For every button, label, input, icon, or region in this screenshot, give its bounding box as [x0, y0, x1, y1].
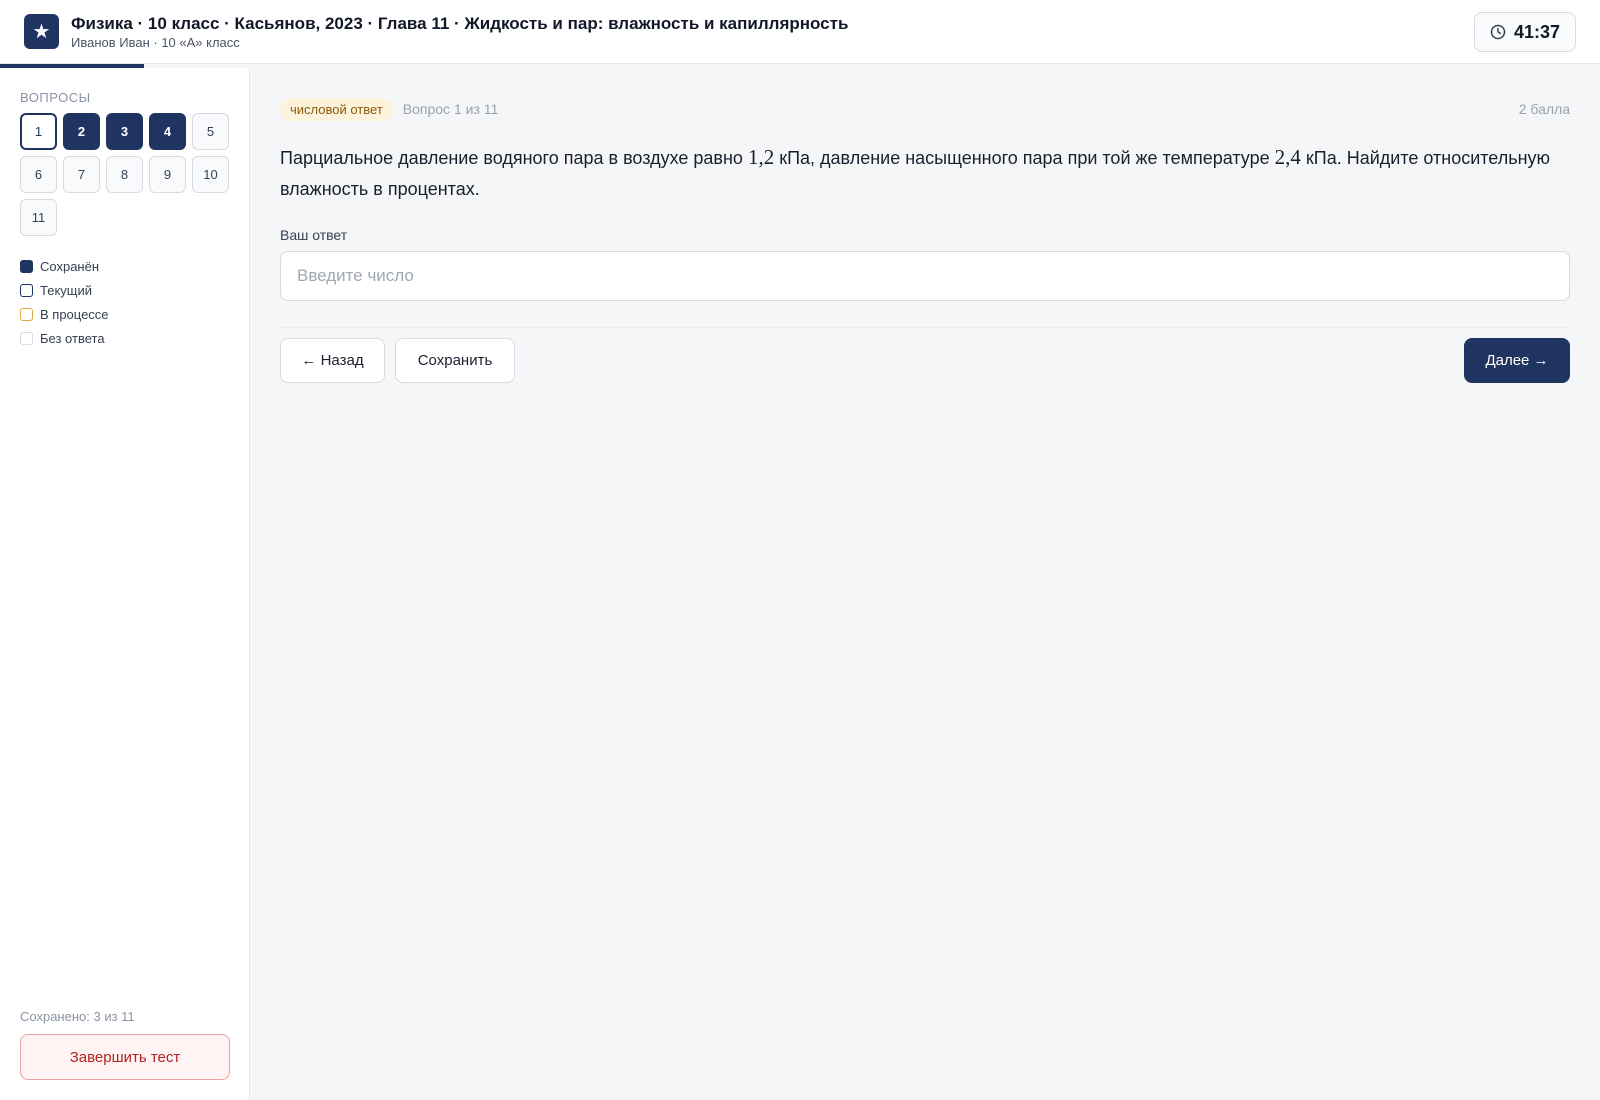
- clock-icon: [1490, 24, 1506, 40]
- current-swatch-icon: [20, 283, 33, 297]
- star-logo-icon: ★: [24, 14, 59, 49]
- question-button-5[interactable]: 5: [192, 113, 229, 150]
- question-index: Вопрос 1 из 11: [402, 101, 499, 117]
- legend-saved-label: Сохранён: [40, 258, 100, 274]
- legend-no-answer: Без ответа: [20, 330, 229, 346]
- top-bar: ★ Физика · 10 класс · Касьянов, 2023 · Г…: [0, 0, 1600, 64]
- saved-count: Сохранено: 3 из 11: [20, 1009, 135, 1024]
- saved-swatch-icon: [20, 259, 33, 273]
- question-points: 2 балла: [1518, 101, 1570, 117]
- question-button-8[interactable]: 8: [106, 156, 143, 193]
- timer: 41:37: [1474, 12, 1576, 52]
- legend-current: Текущий: [20, 282, 229, 298]
- question-button-2[interactable]: 2: [63, 113, 100, 150]
- question-value: 1,2: [747, 145, 775, 169]
- in-progress-swatch-icon: [20, 307, 33, 321]
- legend-no-answer-label: Без ответа: [40, 330, 105, 346]
- question-text-part: Парциальное давление водяного пара в воз…: [280, 148, 748, 168]
- question-button-4[interactable]: 4: [149, 113, 186, 150]
- divider: [280, 327, 1570, 328]
- legend-in-progress: В процессе: [20, 306, 229, 322]
- question-meta: числовой ответ Вопрос 1 из 11 2 балла: [280, 96, 1570, 122]
- question-panel: числовой ответ Вопрос 1 из 11 2 балла Па…: [280, 68, 1570, 383]
- legend-current-label: Текущий: [40, 282, 92, 298]
- no-answer-swatch-icon: [20, 331, 33, 345]
- question-button-1[interactable]: 1: [20, 113, 57, 150]
- navigation-actions: ← Назад Сохранить Далее →: [280, 338, 1570, 383]
- question-button-7[interactable]: 7: [63, 156, 100, 193]
- sidebar-footer: Сохранено: 3 из 11 Завершить тест: [20, 1009, 230, 1080]
- answer-type-badge: числовой ответ: [280, 97, 393, 121]
- timer-value: 41:37: [1513, 21, 1561, 42]
- title-block: Физика · 10 класс · Касьянов, 2023 · Гла…: [71, 13, 848, 51]
- question-button-9[interactable]: 9: [149, 156, 186, 193]
- question-button-11[interactable]: 11: [20, 199, 57, 236]
- next-button[interactable]: Далее →: [1464, 338, 1570, 383]
- sidebar: ВОПРОСЫ 1 2 3 4 5 6 7 8 9 10 11 Сохранён…: [0, 68, 250, 1100]
- question-button-6[interactable]: 6: [20, 156, 57, 193]
- legend-saved: Сохранён: [20, 258, 229, 274]
- legend-in-progress-label: В процессе: [40, 306, 109, 322]
- student-info: Иванов Иван · 10 «А» класс: [71, 34, 240, 50]
- question-text-part: кПа, давление насыщенного пара при той ж…: [774, 148, 1275, 168]
- question-button-10[interactable]: 10: [192, 156, 229, 193]
- status-legend: Сохранён Текущий В процессе Без ответа: [20, 258, 229, 346]
- back-button[interactable]: ← Назад: [280, 338, 385, 383]
- answer-input[interactable]: [280, 251, 1570, 301]
- question-text: Парциальное давление водяного пара в воз…: [280, 142, 1570, 205]
- question-value: 2,4: [1274, 145, 1301, 169]
- save-button[interactable]: Сохранить: [395, 338, 515, 383]
- questions-label: ВОПРОСЫ: [20, 90, 91, 105]
- page-title: Физика · 10 класс · Касьянов, 2023 · Гла…: [71, 13, 849, 33]
- question-grid: 1 2 3 4 5 6 7 8 9 10 11: [20, 113, 229, 236]
- question-button-3[interactable]: 3: [106, 113, 143, 150]
- finish-test-button[interactable]: Завершить тест: [20, 1034, 230, 1080]
- answer-label: Ваш ответ: [280, 227, 348, 243]
